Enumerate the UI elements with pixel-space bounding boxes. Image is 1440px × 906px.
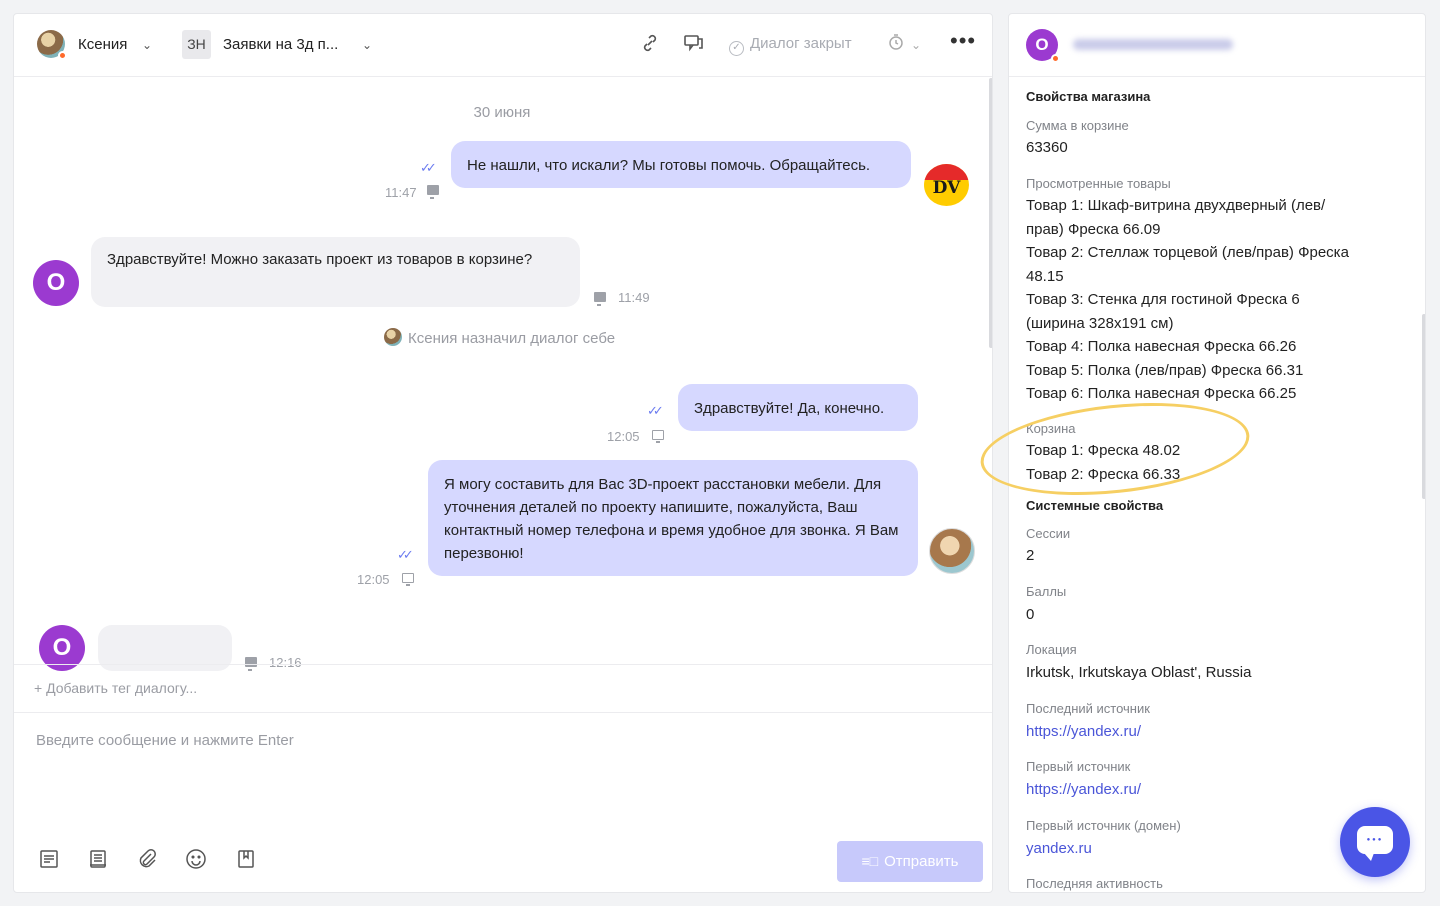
emoji-icon[interactable]	[185, 848, 207, 870]
chevron-down-icon[interactable]: ⌄	[911, 38, 921, 52]
monitor-icon	[427, 185, 439, 199]
dialog-status-label: Диалог закрыт	[750, 35, 852, 52]
first-domain-link[interactable]: yandex.ru	[1026, 840, 1092, 857]
message-bubble[interactable]: Здравствуйте! Можно заказать проект из т…	[91, 237, 580, 307]
link-icon[interactable]	[640, 33, 660, 59]
check-circle-icon: ✓	[729, 41, 744, 56]
chat-transfer-icon[interactable]	[683, 33, 705, 59]
more-icon[interactable]: •••	[950, 28, 976, 54]
message-input[interactable]: Введите сообщение и нажмите Enter	[36, 732, 294, 749]
system-note-text: Ксения назначил диалог себе	[408, 330, 616, 347]
message-bubble[interactable]: Здравствуйте! Да, конечно.	[678, 384, 918, 431]
last-source-link[interactable]: https://yandex.ru/	[1026, 723, 1141, 740]
online-status-dot	[58, 51, 67, 60]
date-separator: 30 июня	[473, 104, 531, 121]
send-label: Отправить	[884, 853, 959, 870]
chat-icon	[594, 292, 606, 306]
property-label: Сессии	[1026, 526, 1071, 541]
chevron-down-icon[interactable]: ⌄	[362, 38, 372, 52]
chat-header: Ксения ⌄ ЗН Заявки на 3д п... ⌄ ✓ Диалог …	[14, 14, 992, 77]
property-label: Корзина	[1026, 421, 1076, 436]
read-checks-icon: ✓✓	[647, 403, 664, 418]
bookmark-icon[interactable]	[235, 848, 257, 870]
property-label: Последняя активность	[1026, 876, 1163, 891]
message-list[interactable]: 30 июня ✓✓ 11:47 Не нашли, что искали? М…	[14, 78, 992, 671]
property-label: Первый источник (домен)	[1026, 818, 1181, 833]
client-properties-panel: О Свойства магазина Сумма в корзине 6336…	[1008, 13, 1426, 893]
section-title: Системные свойства	[1026, 498, 1164, 513]
property-value: 2	[1026, 547, 1035, 564]
property-value: Товар 2: Фреска 66.33	[1026, 466, 1181, 483]
property-label: Сумма в корзине	[1026, 118, 1129, 133]
brand-avatar: DV	[924, 164, 969, 206]
operator-name[interactable]: Ксения	[78, 36, 127, 53]
brand-avatar-text: DV	[932, 178, 961, 198]
message-time: 11:49	[618, 290, 650, 305]
chevron-down-icon[interactable]: ⌄	[142, 38, 152, 52]
message-time: 12:05	[357, 572, 390, 587]
first-source-link[interactable]: https://yandex.ru/	[1026, 781, 1141, 798]
add-tag-link[interactable]: + Добавить тег диалогу...	[34, 680, 197, 696]
property-label: Локация	[1026, 642, 1077, 657]
operator-mini-avatar	[384, 328, 402, 346]
online-status-dot	[1051, 54, 1060, 63]
scrollbar[interactable]	[1422, 314, 1425, 499]
property-label: Последний источник	[1026, 701, 1150, 716]
send-button[interactable]: ≡□ Отправить	[837, 841, 983, 882]
property-value: 63360	[1026, 139, 1068, 156]
client-header: О	[1009, 14, 1425, 77]
property-label: Просмотренные товары	[1026, 176, 1171, 191]
property-value: 0	[1026, 606, 1035, 623]
attach-icon[interactable]	[136, 848, 158, 870]
clock-icon[interactable]	[887, 33, 905, 57]
operator-photo-avatar	[929, 528, 975, 574]
system-note: Ксения назначил диалог себе	[384, 328, 615, 347]
template-icon[interactable]	[38, 848, 60, 870]
property-value: Товар 1: Фреска 48.02	[1026, 442, 1181, 459]
dialog-status[interactable]: ✓ Диалог закрыт	[729, 35, 852, 56]
channel-name[interactable]: Заявки на 3д п...	[223, 36, 338, 53]
section-title: Свойства магазина	[1026, 89, 1151, 104]
tag-row[interactable]: + Добавить тег диалогу...	[14, 664, 992, 713]
message-time: 11:47	[385, 185, 417, 200]
client-email-blurred	[1073, 39, 1233, 50]
property-value: Товар 1: Шкаф-витрина двухдверный (лев/п…	[1026, 197, 1349, 402]
monitor-icon	[652, 430, 664, 443]
send-icon: ≡□	[861, 853, 879, 869]
property-label: Первый источник	[1026, 759, 1131, 774]
message-bubble[interactable]: Не нашли, что искали? Мы готовы помочь. …	[451, 141, 911, 188]
chat-panel: Ксения ⌄ ЗН Заявки на 3д п... ⌄ ✓ Диалог …	[13, 13, 993, 893]
monitor-icon	[402, 573, 414, 586]
chat-widget-button[interactable]: ●●●	[1340, 807, 1410, 877]
message-time: 12:05	[607, 429, 640, 444]
property-label: Баллы	[1026, 584, 1067, 599]
read-checks-icon: ✓✓	[397, 547, 414, 562]
chat-widget-icon: ●●●	[1357, 826, 1393, 861]
client-avatar[interactable]: О	[33, 260, 79, 306]
message-bubble[interactable]: Я могу составить для Вас 3D-проект расст…	[428, 460, 918, 576]
property-value: Irkutsk, Irkutskaya Oblast', Russia	[1026, 664, 1252, 681]
channel-badge: ЗН	[182, 30, 211, 59]
notes-icon[interactable]	[87, 848, 109, 870]
read-checks-icon: ✓✓	[420, 160, 437, 175]
